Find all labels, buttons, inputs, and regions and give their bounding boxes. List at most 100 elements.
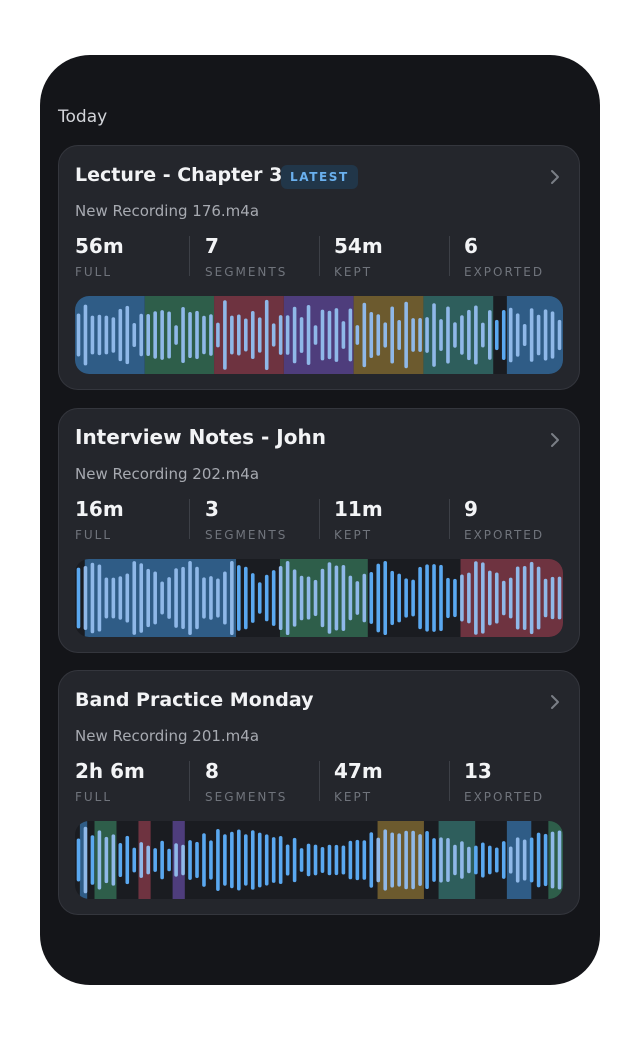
stat-value: 6 (464, 234, 478, 258)
waveform-bar (453, 844, 457, 876)
waveform-bar (411, 318, 415, 352)
waveform[interactable] (75, 821, 563, 899)
waveform-bar (327, 310, 332, 360)
segment-highlight[interactable] (506, 296, 563, 374)
stat-kept: 47m KEPT (334, 759, 454, 807)
waveform-bar (209, 314, 213, 356)
recording-card[interactable]: Lecture - Chapter 3 LATEST New Recording… (58, 145, 580, 390)
waveform-bar (460, 574, 464, 622)
waveform-bar (306, 843, 311, 877)
waveform-bar (446, 577, 450, 619)
waveform-bar (362, 840, 367, 880)
waveform-bar (244, 566, 248, 630)
waveform-bar (529, 837, 534, 883)
recording-card[interactable]: Band Practice Monday New Recording 201.m… (58, 670, 580, 915)
waveform-bar (467, 846, 471, 874)
latest-badge: LATEST (281, 165, 358, 189)
waveform[interactable] (75, 296, 563, 374)
recording-title: Lecture - Chapter 3 (75, 164, 283, 186)
waveform-bar (125, 305, 130, 365)
waveform-bar (188, 560, 192, 636)
waveform-bar (202, 833, 206, 887)
waveform-bar (432, 564, 436, 632)
waveform-bar (76, 567, 81, 629)
recording-stats: 2h 6m FULL 8 SEGMENTS 47m KEPT 13 EXPORT… (75, 759, 565, 807)
waveform-bar (501, 580, 506, 616)
waveform-bar (167, 311, 171, 359)
chevron-right-icon[interactable] (547, 431, 563, 449)
waveform-bar (515, 837, 520, 883)
waveform-bar (132, 561, 137, 635)
waveform-bar (132, 322, 137, 348)
waveform-bar (494, 847, 499, 873)
waveform-bar (536, 832, 541, 888)
recording-card[interactable]: Interview Notes - John New Recording 202… (58, 408, 580, 653)
waveform-bar (181, 566, 185, 630)
waveform-bar (216, 829, 220, 891)
waveform-bar (167, 577, 171, 619)
stat-label: FULL (75, 790, 113, 804)
waveform-bar (139, 842, 144, 878)
waveform-bar (125, 835, 130, 885)
waveform-bar (543, 578, 548, 618)
waveform-bar (446, 306, 450, 364)
waveform-bar (76, 313, 81, 357)
chevron-right-icon[interactable] (547, 693, 563, 711)
waveform-bar (160, 840, 164, 880)
stat-label: SEGMENTS (205, 528, 288, 542)
waveform-bar (446, 838, 450, 882)
stat-label: SEGMENTS (205, 265, 288, 279)
waveform-bar (90, 315, 95, 355)
waveform-bar (223, 571, 227, 625)
waveform-bar (244, 834, 248, 886)
waveform-bar (202, 577, 206, 619)
waveform-bar (104, 577, 109, 619)
stat-exported: 9 EXPORTED (464, 497, 584, 545)
stat-kept: 11m KEPT (334, 497, 454, 545)
waveform-bar (327, 562, 332, 634)
waveform-bar (174, 325, 178, 345)
stat-exported: 6 EXPORTED (464, 234, 584, 282)
waveform-bar (306, 305, 311, 365)
stat-value: 3 (205, 497, 219, 521)
waveform-bar (355, 581, 360, 615)
waveform-bar (292, 837, 297, 883)
waveform-bar (508, 577, 513, 619)
waveform-bar (390, 570, 394, 626)
waveform-bar (237, 565, 241, 631)
waveform-bar (313, 325, 318, 345)
waveform-bar (237, 829, 241, 891)
waveform-bar (425, 830, 429, 890)
waveform-bar (181, 844, 185, 876)
waveform-bar (237, 314, 241, 356)
stat-label: KEPT (334, 790, 373, 804)
waveform-bar (376, 563, 381, 633)
waveform-bar (118, 576, 123, 620)
waveform-bar (83, 566, 88, 630)
chevron-right-icon[interactable] (547, 168, 563, 186)
stat-label: KEPT (334, 528, 373, 542)
stat-segments: 8 SEGMENTS (205, 759, 325, 807)
waveform-bar (216, 578, 220, 618)
waveform-bar (488, 845, 492, 875)
waveform-bar (508, 846, 513, 874)
waveform[interactable] (75, 559, 563, 637)
waveform-bar (139, 313, 144, 357)
stat-divider (319, 236, 320, 276)
waveform-bar (97, 314, 102, 356)
waveform-bar (299, 317, 304, 353)
stat-value: 16m (75, 497, 124, 521)
waveform-bar (320, 568, 325, 628)
waveform-bar (104, 836, 109, 884)
stat-full: 2h 6m FULL (75, 759, 195, 807)
waveform-bar (432, 303, 436, 367)
waveform-bar (174, 568, 178, 628)
stat-value: 11m (334, 497, 383, 521)
waveform-bar (341, 565, 346, 631)
waveform-bar (557, 576, 562, 620)
waveform-bar (355, 839, 360, 881)
stat-value: 8 (205, 759, 219, 783)
recording-title: Band Practice Monday (75, 689, 314, 711)
waveform-bar (376, 837, 381, 883)
waveform-bar (341, 845, 346, 875)
